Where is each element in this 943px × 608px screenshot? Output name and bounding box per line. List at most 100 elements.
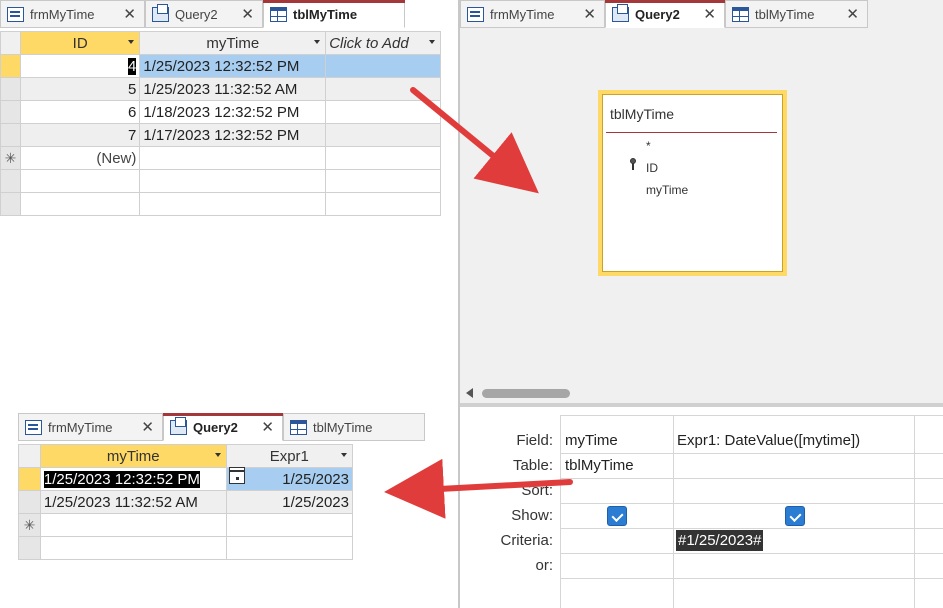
show-checkbox-mytime[interactable] — [607, 506, 627, 526]
column-header-id[interactable]: ID — [19, 31, 141, 55]
record-selector[interactable] — [0, 123, 21, 147]
qbe-criteria-expr1[interactable]: #1/25/2023# — [676, 530, 764, 551]
close-icon[interactable]: ✕ — [259, 418, 276, 436]
cell-empty[interactable] — [225, 513, 354, 537]
new-record-row[interactable]: ✳ (New) — [0, 146, 441, 170]
tab-frmmytime[interactable]: frmMyTime ✕ — [18, 413, 163, 441]
document-tabs: frmMyTime ✕ Query2 ✕ tblMyTime ✕ — [460, 0, 868, 28]
chevron-down-icon[interactable] — [128, 40, 135, 44]
form-icon — [7, 6, 24, 22]
close-icon[interactable]: ✕ — [239, 5, 256, 23]
tab-tblmytime[interactable]: tblMyTime ✕ — [725, 0, 868, 28]
cell-mytime[interactable]: 1/18/2023 12:32:52 PM — [139, 100, 327, 124]
cell-empty[interactable] — [39, 513, 227, 537]
table-row[interactable]: 1/25/2023 11:32:52 AM 1/25/2023 — [18, 490, 354, 514]
qbe-field-mytime[interactable]: myTime — [565, 432, 618, 449]
qbe-table-mytime[interactable]: tblMyTime — [565, 457, 634, 474]
blank-row — [18, 536, 354, 560]
cell-mytime[interactable]: 1/25/2023 11:32:52 AM — [39, 490, 227, 514]
cell-id[interactable]: 5 — [19, 77, 141, 101]
tab-frmmytime[interactable]: frmMyTime ✕ — [460, 0, 605, 28]
cell-empty[interactable] — [325, 123, 441, 147]
date-picker-icon[interactable] — [229, 467, 245, 484]
record-selector[interactable] — [0, 100, 21, 124]
qbe-field-expr1[interactable]: Expr1: DateValue([mytime]) — [677, 432, 860, 449]
tab-tblmytime[interactable]: tblMyTime — [283, 413, 425, 441]
query-result-window: frmMyTime ✕ Query2 ✕ tblMyTime myTime Ex… — [18, 413, 430, 608]
field-item-mytime[interactable]: myTime — [646, 183, 688, 197]
new-record-icon: ✳ — [18, 513, 41, 537]
cell-empty[interactable] — [325, 100, 441, 124]
query-result-datasheet: myTime Expr1 1/25/2023 12:32:52 PM 1/25/… — [18, 444, 354, 560]
field-item-id[interactable]: ID — [646, 161, 658, 175]
cell-id[interactable]: 4 — [19, 54, 141, 78]
close-icon[interactable]: ✕ — [701, 5, 718, 23]
column-header-click-to-add[interactable]: Click to Add — [325, 31, 441, 55]
select-all-corner[interactable] — [18, 444, 41, 468]
chevron-down-icon[interactable] — [314, 40, 321, 44]
scroll-left-icon[interactable] — [466, 388, 473, 398]
blank-row — [0, 169, 441, 193]
primary-key-icon — [630, 158, 636, 170]
cell-new[interactable]: (New) — [19, 146, 141, 170]
cell-expr1[interactable]: 1/25/2023 — [225, 467, 354, 491]
blank-row — [0, 192, 441, 216]
query-icon — [170, 416, 187, 435]
table-row[interactable]: 6 1/18/2023 12:32:52 PM — [0, 100, 441, 124]
table-row[interactable]: 7 1/17/2023 12:32:52 PM — [0, 123, 441, 147]
field-item-all[interactable]: * — [646, 139, 651, 153]
tab-frmmytime[interactable]: frmMyTime ✕ — [0, 0, 145, 28]
cell-mytime[interactable]: 1/25/2023 12:32:52 PM — [139, 54, 327, 78]
cell-empty[interactable] — [325, 146, 441, 170]
close-icon[interactable]: ✕ — [581, 5, 598, 23]
new-record-row[interactable]: ✳ — [18, 513, 354, 537]
qbe-label-show: Show: — [511, 507, 553, 524]
cell-mytime[interactable]: 1/17/2023 12:32:52 PM — [139, 123, 327, 147]
tab-label: frmMyTime — [490, 6, 555, 22]
column-header-mytime[interactable]: myTime — [139, 31, 327, 55]
query-icon — [612, 3, 629, 22]
column-header-expr1[interactable]: Expr1 — [225, 444, 354, 468]
record-selector[interactable] — [18, 490, 41, 514]
chevron-down-icon[interactable] — [214, 453, 221, 457]
tab-label: tblMyTime — [755, 6, 815, 22]
cell-empty[interactable] — [325, 77, 441, 101]
cell-empty[interactable] — [325, 54, 441, 78]
show-checkbox-expr1[interactable] — [785, 506, 805, 526]
new-record-icon: ✳ — [0, 146, 21, 170]
scrollbar-thumb[interactable] — [482, 389, 570, 398]
tab-label: frmMyTime — [30, 6, 95, 22]
table-row[interactable]: 5 1/25/2023 11:32:52 AM — [0, 77, 441, 101]
chevron-down-icon[interactable] — [341, 453, 347, 457]
record-selector[interactable] — [0, 77, 21, 101]
horizontal-scrollbar[interactable] — [460, 383, 943, 403]
tab-query2[interactable]: Query2 ✕ — [605, 0, 725, 28]
field-list-title[interactable]: tblMyTime — [610, 106, 674, 122]
chevron-down-icon[interactable] — [429, 40, 435, 44]
close-icon[interactable]: ✕ — [139, 418, 156, 436]
cell-id[interactable]: 7 — [19, 123, 141, 147]
table-row[interactable]: 4 1/25/2023 12:32:52 PM — [0, 54, 441, 78]
qbe-label-table: Table: — [512, 457, 553, 474]
cell-empty[interactable] — [139, 146, 327, 170]
table-field-list[interactable]: tblMyTime * ID myTime — [598, 90, 787, 276]
tab-tblmytime[interactable]: tblMyTime — [263, 0, 405, 28]
qbe-label-field: Field: — [516, 432, 553, 449]
cell-mytime[interactable]: 1/25/2023 12:32:52 PM — [39, 467, 227, 491]
table-row[interactable]: 1/25/2023 12:32:52 PM 1/25/2023 — [18, 467, 354, 491]
cell-mytime[interactable]: 1/25/2023 11:32:52 AM — [139, 77, 327, 101]
table-datasheet-window: frmMyTime ✕ Query2 ✕ tblMyTime ID myTime… — [0, 0, 458, 230]
close-icon[interactable]: ✕ — [844, 5, 861, 23]
record-selector[interactable] — [18, 467, 41, 491]
form-icon — [467, 6, 484, 22]
cell-expr1[interactable]: 1/25/2023 — [225, 490, 354, 514]
qbe-label-or: or: — [535, 557, 553, 574]
record-selector[interactable] — [0, 54, 21, 78]
column-header-mytime[interactable]: myTime — [39, 444, 227, 468]
cell-id[interactable]: 6 — [19, 100, 141, 124]
tab-query2[interactable]: Query2 ✕ — [145, 0, 263, 28]
close-icon[interactable]: ✕ — [121, 5, 138, 23]
table-icon — [732, 6, 749, 22]
tab-query2[interactable]: Query2 ✕ — [163, 413, 283, 441]
select-all-corner[interactable] — [0, 31, 21, 55]
